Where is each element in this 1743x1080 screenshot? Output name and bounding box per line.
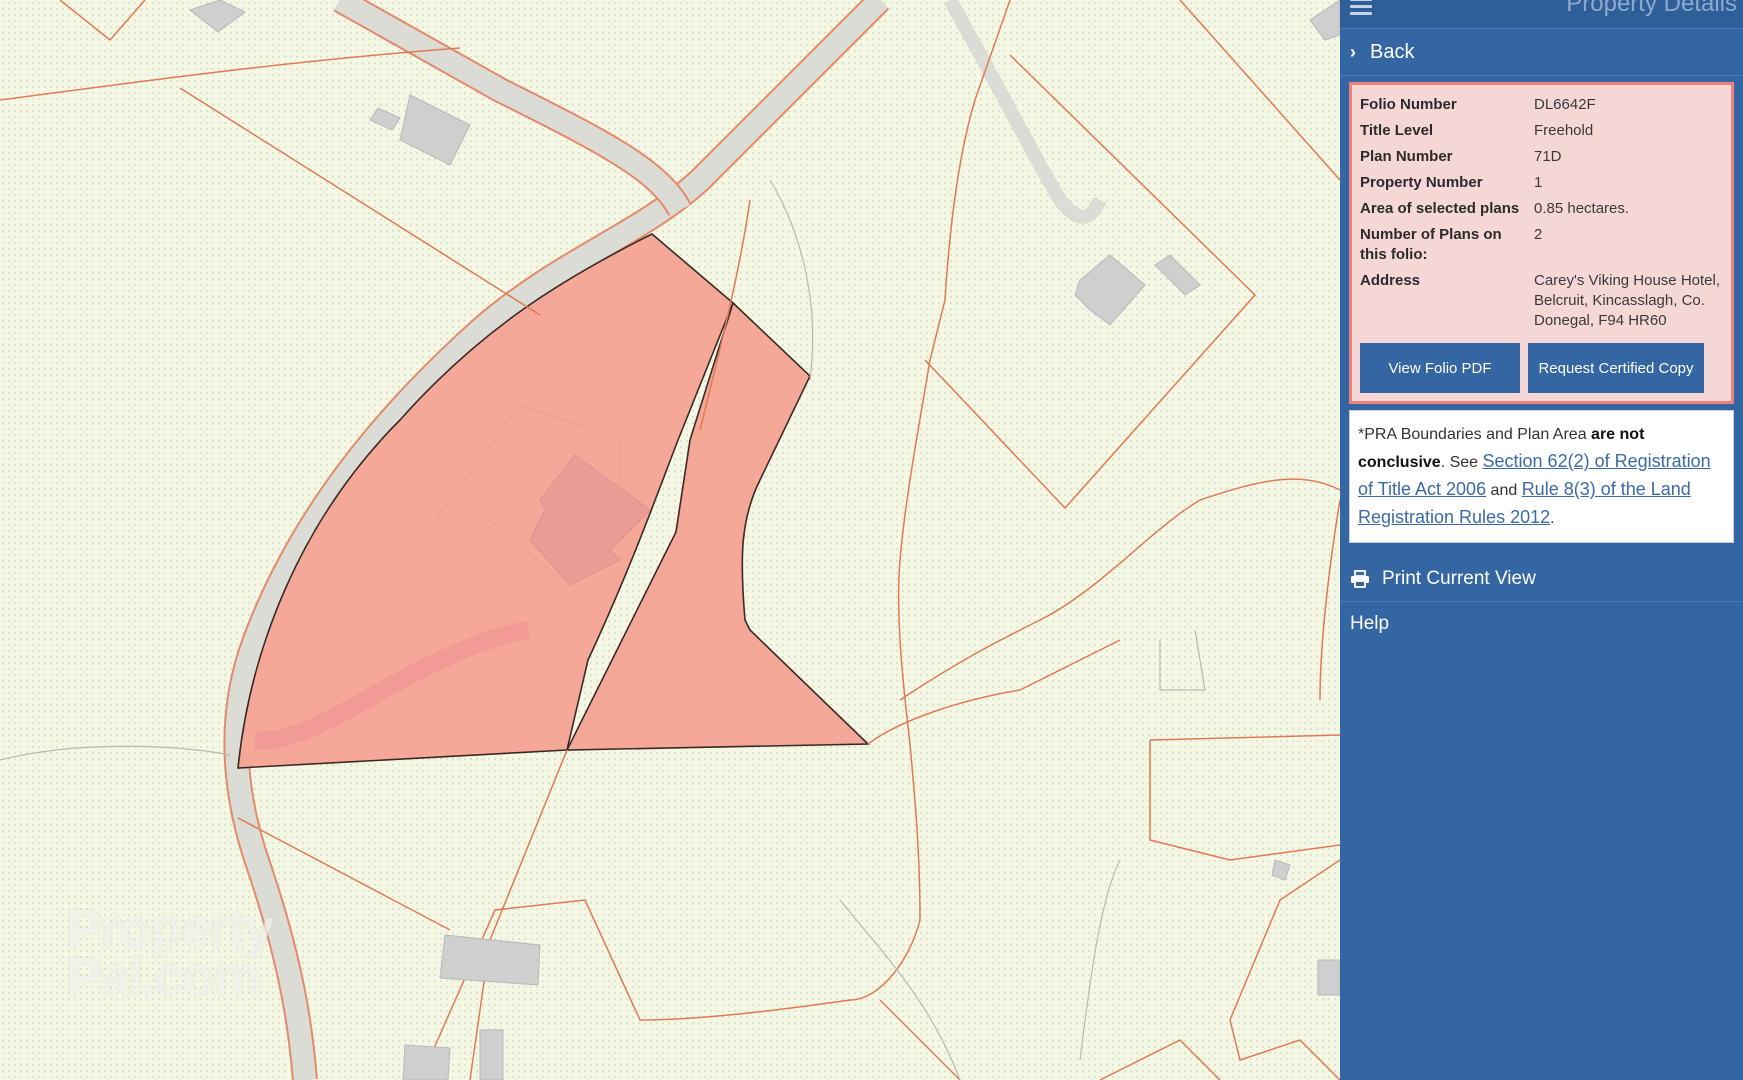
watermark-logo: Property Pal.com xyxy=(66,899,296,1007)
building-3 xyxy=(369,107,401,131)
building-10 xyxy=(1271,859,1291,881)
folio-value: Carey's Viking House Hotel, Belcruit, Ki… xyxy=(1534,272,1721,329)
print-label: Print Current View xyxy=(1382,568,1536,589)
folio-label: Number of Plans on this folio: xyxy=(1360,226,1502,263)
folio-label: Title Level xyxy=(1360,122,1434,139)
property-details-panel: Property Details › Back Folio Number DL6… xyxy=(1340,0,1743,1080)
disclaimer-notice: *PRA Boundaries and Plan Area are not co… xyxy=(1349,410,1734,543)
folio-row-folio-number: Folio Number DL6642F xyxy=(1360,93,1723,119)
folio-value: 71D xyxy=(1534,148,1562,165)
notice-prefix: *PRA Boundaries and Plan Area xyxy=(1358,426,1592,443)
folio-row-area: Area of selected plans 0.85 hectares. xyxy=(1360,197,1723,223)
folio-label: Property Number xyxy=(1360,174,1483,191)
folio-value: DL6642F xyxy=(1534,96,1596,113)
menu-icon[interactable] xyxy=(1350,0,1372,16)
back-button[interactable]: › Back xyxy=(1340,29,1743,76)
view-folio-pdf-button[interactable]: View Folio PDF xyxy=(1360,343,1520,393)
printer-icon xyxy=(1351,570,1369,588)
folio-label: Address xyxy=(1360,272,1421,289)
print-current-view-button[interactable]: Print Current View xyxy=(1340,557,1743,602)
notice-mid1: . See xyxy=(1440,454,1483,471)
watermark-line1: Property xyxy=(66,899,274,959)
notice-mid2: and xyxy=(1486,482,1522,499)
notice-suffix: . xyxy=(1550,510,1555,527)
help-label: Help xyxy=(1350,613,1390,634)
folio-row-number-of-plans: Number of Plans on this folio: 2 xyxy=(1360,223,1723,269)
building-6 xyxy=(1309,0,1340,41)
folio-row-address: Address Carey's Viking House Hotel, Belc… xyxy=(1360,269,1723,335)
panel-title: Property Details xyxy=(1566,0,1737,17)
folio-label: Plan Number xyxy=(1360,148,1453,165)
map-view[interactable]: Property Pal.com xyxy=(0,0,1340,1080)
panel-header: Property Details xyxy=(1340,0,1743,29)
road-branch-surface xyxy=(334,0,690,216)
building-1 xyxy=(188,0,246,33)
folio-value: Freehold xyxy=(1534,122,1594,139)
folio-actions: View Folio PDF Request Certified Copy xyxy=(1360,343,1723,393)
building-7 xyxy=(439,934,541,986)
building-9 xyxy=(479,1029,504,1080)
folio-value: 0.85 hectares. xyxy=(1534,200,1630,217)
folio-table: Folio Number DL6642F Title Level Freehol… xyxy=(1360,93,1723,335)
folio-row-title-level: Title Level Freehold xyxy=(1360,119,1723,145)
watermark-line2: Pal.com xyxy=(66,947,261,1007)
building-8 xyxy=(402,1044,451,1080)
folio-row-property-number: Property Number 1 xyxy=(1360,171,1723,197)
request-certified-copy-button[interactable]: Request Certified Copy xyxy=(1528,343,1704,393)
folio-value: 2 xyxy=(1534,226,1543,243)
help-link[interactable]: Help xyxy=(1340,602,1743,646)
folio-label: Area of selected plans xyxy=(1360,200,1520,217)
building-4 xyxy=(1074,254,1146,326)
folio-value: 1 xyxy=(1534,174,1543,191)
back-label: Back xyxy=(1370,40,1415,63)
chevron-right-icon: › xyxy=(1350,41,1356,62)
building-5 xyxy=(1154,254,1201,296)
building-11 xyxy=(1317,959,1340,996)
building-2 xyxy=(399,94,471,166)
folio-info-box: Folio Number DL6642F Title Level Freehol… xyxy=(1349,82,1734,404)
folio-row-plan-number: Plan Number 71D xyxy=(1360,145,1723,171)
folio-label: Folio Number xyxy=(1360,96,1457,113)
